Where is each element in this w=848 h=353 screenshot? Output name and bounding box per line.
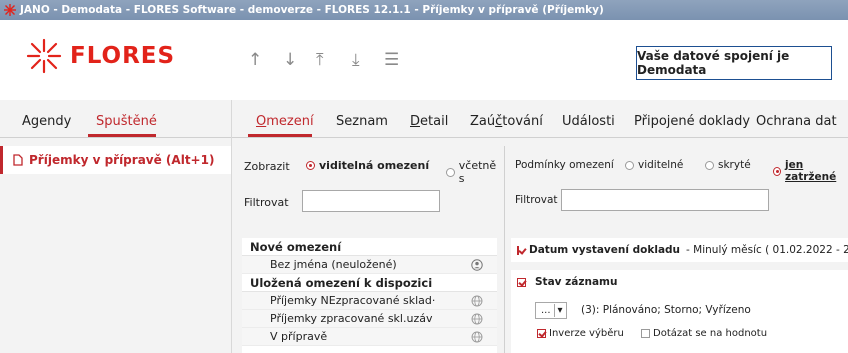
tab-ochrana-dat[interactable]: Ochrana dat bbox=[756, 114, 837, 129]
radio-checked-only[interactable]: jen zatržené bbox=[773, 159, 848, 183]
list-item[interactable]: Příjemky zpracované skl.uzáv bbox=[242, 310, 497, 328]
condition-value: (3): Plánováno; Storno; Vyřízeno bbox=[581, 304, 751, 316]
condition-date: Datum vystavení dokladu - Minulý měsíc (… bbox=[511, 238, 848, 262]
brand-name: FLORES bbox=[70, 43, 176, 69]
sidebar: Agendy Spuštěné Příjemky v přípravě (Alt… bbox=[0, 100, 232, 353]
tab-udalosti[interactable]: Události bbox=[562, 114, 615, 129]
main-tabs: Omezení Seznam Detail Zaúčtování Událost… bbox=[232, 100, 848, 138]
sidebar-item-prijemky[interactable]: Příjemky v přípravě (Alt+1) bbox=[0, 146, 231, 174]
chevron-down-icon: ▾ bbox=[557, 305, 563, 316]
value-picker[interactable]: ... ▾ bbox=[535, 302, 567, 319]
globe-icon bbox=[471, 295, 483, 307]
tab-spustene[interactable]: Spuštěné bbox=[96, 114, 157, 129]
radio-dot bbox=[625, 160, 634, 170]
condition-title: Datum vystavení dokladu bbox=[529, 244, 681, 256]
tab-zauctovani[interactable]: Zaúčtování bbox=[470, 114, 543, 129]
arrow-down-icon[interactable]: ↓ bbox=[283, 50, 297, 70]
globe-icon bbox=[471, 331, 483, 343]
brand-logo: FLORES bbox=[26, 38, 175, 74]
invert-checkbox[interactable]: Inverze výběru bbox=[537, 328, 624, 339]
radio-dot bbox=[306, 161, 315, 170]
filter-label: Filtrovat bbox=[244, 196, 289, 209]
arrow-bottom-icon[interactable]: ⤓ bbox=[352, 50, 360, 70]
list-item[interactable]: Bez jména (neuložené) bbox=[242, 256, 497, 274]
restrictions-panel: Zobrazit viditelná omezení včetně s Filt… bbox=[242, 146, 504, 353]
list-item[interactable]: Příjemky NEzpracované sklad· bbox=[242, 292, 497, 310]
condition-checkbox[interactable] bbox=[517, 278, 526, 287]
flores-logo-icon bbox=[4, 4, 16, 16]
tab-detail[interactable]: Detail bbox=[410, 114, 448, 129]
tab-pripojene-doklady[interactable]: Připojené doklady bbox=[634, 114, 750, 129]
arrow-up-icon[interactable]: ↑ bbox=[248, 50, 262, 70]
condition-checkbox[interactable] bbox=[517, 245, 519, 255]
filter-input[interactable] bbox=[561, 189, 769, 211]
radio-visible[interactable]: viditelné bbox=[625, 159, 683, 171]
globe-icon bbox=[471, 313, 483, 325]
document-icon bbox=[13, 154, 23, 166]
show-label: Zobrazit bbox=[244, 160, 290, 173]
window-title: JANO - Demodata - FLORES Software - demo… bbox=[20, 4, 604, 16]
sidebar-item-label: Příjemky v přípravě (Alt+1) bbox=[29, 153, 215, 167]
sidebar-tabs: Agendy Spuštěné bbox=[0, 100, 231, 138]
new-restriction-header: Nové omezení bbox=[242, 238, 497, 256]
app-header: FLORES ↑ ↓ ⤒ ⤓ ☰ Vaše datové spojení je … bbox=[0, 20, 848, 100]
user-icon bbox=[471, 259, 483, 271]
radio-visible-restrictions[interactable]: viditelná omezení bbox=[306, 159, 429, 172]
active-tab-indicator bbox=[88, 134, 156, 137]
tab-agendy[interactable]: Agendy bbox=[22, 114, 71, 129]
connection-info: Vaše datové spojení je Demodata bbox=[636, 46, 832, 80]
tab-omezeni[interactable]: Omezení bbox=[256, 114, 314, 129]
condition-status: Stav záznamu ... ▾ (3): Plánováno; Storn… bbox=[511, 270, 848, 353]
condition-detail: - Minulý měsíc ( 01.02.2022 - 28.02.2022 bbox=[686, 244, 848, 256]
menu-icon[interactable]: ☰ bbox=[384, 50, 399, 70]
window-titlebar: JANO - Demodata - FLORES Software - demo… bbox=[0, 0, 848, 20]
condition-title: Stav záznamu bbox=[535, 276, 618, 288]
filter-label: Filtrovat bbox=[515, 194, 558, 206]
saved-restrictions-header: Uložená omezení k dispozici bbox=[242, 274, 497, 292]
filter-input[interactable] bbox=[302, 190, 440, 212]
restrictions-list: Nové omezení Bez jména (neuložené) Ulože… bbox=[242, 238, 497, 353]
radio-including[interactable]: včetně s bbox=[446, 159, 504, 185]
radio-dot bbox=[705, 160, 714, 170]
tab-seznam[interactable]: Seznam bbox=[336, 114, 388, 129]
active-tab-indicator bbox=[248, 134, 312, 137]
radio-hidden[interactable]: skryté bbox=[705, 159, 751, 171]
conditions-panel: Podmínky omezení viditelné skryté jen za… bbox=[504, 146, 848, 353]
connection-text: Vaše datové spojení je Demodata bbox=[637, 49, 790, 77]
list-item[interactable]: V přípravě bbox=[242, 328, 497, 346]
conditions-label: Podmínky omezení bbox=[515, 159, 614, 171]
ask-value-checkbox[interactable]: Dotázat se na hodnotu bbox=[641, 328, 767, 339]
radio-dot bbox=[773, 166, 782, 176]
radio-dot bbox=[446, 167, 455, 177]
arrow-top-icon[interactable]: ⤒ bbox=[316, 50, 324, 70]
flores-star-icon bbox=[26, 38, 62, 74]
